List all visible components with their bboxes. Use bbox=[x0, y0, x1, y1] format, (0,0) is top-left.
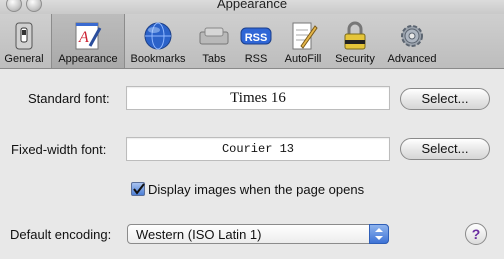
fixed-width-font-value: Courier 13 bbox=[221, 142, 294, 156]
toolbar-item-general[interactable]: General bbox=[0, 14, 48, 68]
fixed-width-font-label: Fixed-width font: bbox=[11, 142, 107, 157]
standard-font-field: Times 16 bbox=[126, 86, 390, 110]
toolbar-label-rss: RSS bbox=[244, 53, 268, 65]
toolbar-label-bookmarks: Bookmarks bbox=[130, 53, 186, 65]
tabs-icon bbox=[199, 27, 229, 45]
fixed-width-font-field: Courier 13 bbox=[126, 137, 390, 161]
default-encoding-value: Western (ISO Latin 1) bbox=[136, 227, 262, 242]
gear-icon bbox=[401, 25, 423, 47]
toolbar-item-security[interactable]: Security bbox=[331, 14, 379, 68]
standard-font-value: Times 16 bbox=[230, 90, 286, 106]
select-fixed-width-font-button[interactable]: Select... bbox=[400, 138, 490, 160]
toolbar-label-tabs: Tabs bbox=[202, 53, 226, 65]
switch-icon bbox=[15, 22, 33, 50]
help-button[interactable]: ? bbox=[465, 223, 487, 245]
toolbar-item-advanced[interactable]: Advanced bbox=[382, 14, 442, 68]
title-bar: Appearance bbox=[0, 0, 504, 14]
checkmark-icon bbox=[133, 183, 145, 195]
preferences-toolbar: General A Appearance Bookmarks Tabs RSS … bbox=[0, 14, 504, 69]
toolbar-label-advanced: Advanced bbox=[387, 53, 437, 65]
toolbar-item-bookmarks[interactable]: Bookmarks bbox=[126, 14, 190, 68]
toolbar-item-autofill[interactable]: AutoFill bbox=[278, 14, 328, 68]
select-standard-font-button[interactable]: Select... bbox=[400, 88, 490, 110]
toolbar-item-tabs[interactable]: Tabs bbox=[194, 14, 234, 68]
toolbar-label-security: Security bbox=[335, 53, 375, 65]
window-title: Appearance bbox=[216, 0, 288, 11]
appearance-pane: Standard font: Times 16 Select... Fixed-… bbox=[0, 69, 504, 259]
toolbar-label-autofill: AutoFill bbox=[284, 53, 322, 65]
standard-font-label: Standard font: bbox=[28, 91, 110, 106]
preferences-window: Appearance General A Appearance Bookmark… bbox=[0, 0, 504, 259]
font-sheet-icon: A bbox=[75, 22, 102, 50]
toolbar-item-appearance[interactable]: A Appearance bbox=[51, 14, 125, 68]
updown-arrows-icon bbox=[369, 224, 389, 244]
default-encoding-label: Default encoding: bbox=[10, 227, 112, 242]
toolbar-item-rss[interactable]: RSS RSS bbox=[236, 14, 276, 68]
display-images-label[interactable]: Display images when the page opens bbox=[148, 182, 364, 197]
toolbar-label-general: General bbox=[4, 53, 44, 65]
display-images-checkbox[interactable] bbox=[131, 182, 145, 196]
toolbar-label-appearance: Appearance bbox=[58, 53, 118, 65]
globe-icon bbox=[144, 22, 172, 50]
padlock-icon bbox=[344, 21, 366, 50]
pencil-form-icon bbox=[292, 22, 318, 50]
svg-text:A: A bbox=[78, 29, 89, 46]
rss-badge-text: RSS bbox=[245, 32, 268, 44]
default-encoding-select[interactable]: Western (ISO Latin 1) bbox=[127, 224, 389, 244]
rss-icon: RSS bbox=[240, 27, 272, 45]
